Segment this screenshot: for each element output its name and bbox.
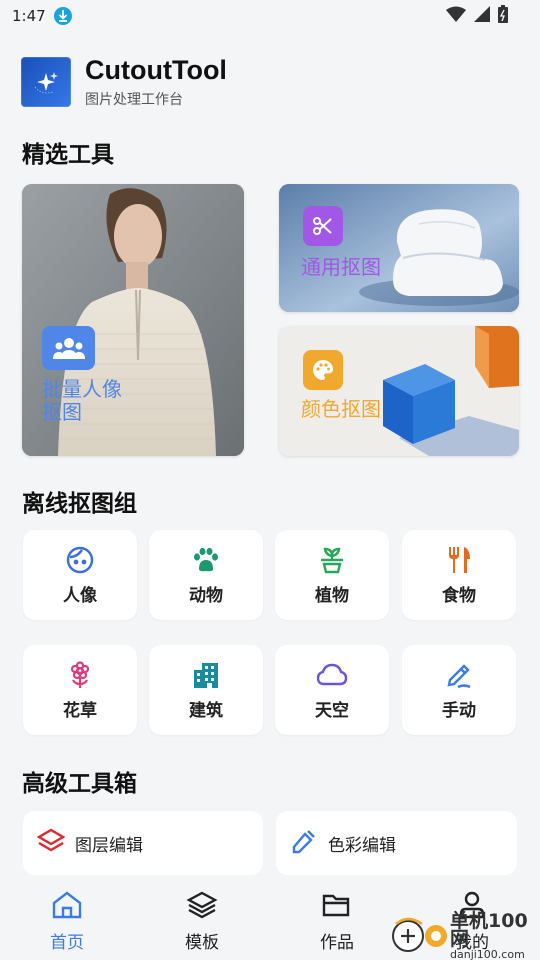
color-edit-label: 色彩编辑 — [328, 835, 396, 856]
status-bar: 1:47 — [0, 0, 540, 32]
layer-edit-button[interactable]: 图层编辑 — [23, 811, 263, 875]
folder-icon — [321, 890, 353, 924]
fork-knife-icon — [444, 545, 474, 575]
app-logo — [21, 57, 71, 107]
battery-icon — [498, 5, 508, 27]
app-subtitle: 图片处理工作台 — [85, 92, 183, 108]
offline-item-flower[interactable]: 花草 — [23, 645, 137, 735]
watermark-text: 单机100网 — [450, 909, 528, 950]
paw-icon — [191, 545, 221, 575]
offline-item-sky[interactable]: 天空 — [275, 645, 389, 735]
home-icon — [51, 890, 83, 924]
people-icon — [42, 326, 95, 370]
advanced-section-title: 高级工具箱 — [22, 771, 137, 797]
download-icon — [53, 7, 72, 25]
pen-icon — [444, 660, 474, 690]
cube-photo — [279, 326, 519, 456]
building-icon — [191, 660, 221, 690]
offline-item-plant[interactable]: 植物 — [275, 530, 389, 620]
palette-icon — [303, 350, 343, 390]
stack-icon — [186, 890, 218, 924]
batch-portrait-label: 批量人像 抠图 — [42, 377, 122, 424]
nav-home[interactable]: 首页 — [27, 890, 107, 953]
color-edit-button[interactable]: 色彩编辑 — [276, 811, 517, 875]
nav-templates[interactable]: 模板 — [162, 890, 242, 953]
app-title: CutoutTool — [85, 55, 227, 85]
color-cutout-card[interactable]: 颜色抠图 — [279, 326, 519, 456]
watermark-url: danji100.com — [450, 947, 525, 960]
offline-item-manual[interactable]: 手动 — [402, 645, 516, 735]
nav-works[interactable]: 作品 — [297, 890, 377, 953]
scissors-icon — [303, 206, 343, 246]
armchair-photo — [279, 184, 519, 312]
status-time: 1:47 — [12, 7, 46, 25]
signal-icon — [474, 6, 490, 26]
flower-icon — [65, 660, 95, 690]
potted-plant-icon — [317, 545, 347, 575]
wifi-icon — [446, 6, 466, 26]
cloud-icon — [316, 660, 348, 690]
general-cutout-card[interactable]: 通用抠图 — [279, 184, 519, 312]
color-cutout-label: 颜色抠图 — [301, 397, 381, 421]
batch-portrait-card[interactable]: 批量人像 抠图 — [22, 184, 244, 456]
watermark-logo — [390, 914, 456, 958]
app-header: CutoutTool 图片处理工作台 — [21, 55, 227, 109]
watermark: 单机100网 danji100.com — [390, 911, 540, 960]
eyedropper-icon — [290, 827, 318, 859]
layers-icon — [36, 827, 66, 859]
sparkle-icon — [34, 72, 58, 94]
offline-item-portrait[interactable]: 人像 — [23, 530, 137, 620]
offline-item-animal[interactable]: 动物 — [149, 530, 263, 620]
general-cutout-label: 通用抠图 — [301, 255, 381, 279]
face-icon — [65, 545, 95, 575]
offline-item-food[interactable]: 食物 — [402, 530, 516, 620]
featured-section-title: 精选工具 — [22, 142, 114, 168]
offline-item-building[interactable]: 建筑 — [149, 645, 263, 735]
offline-section-title: 离线抠图组 — [22, 491, 137, 517]
layer-edit-label: 图层编辑 — [75, 835, 143, 856]
